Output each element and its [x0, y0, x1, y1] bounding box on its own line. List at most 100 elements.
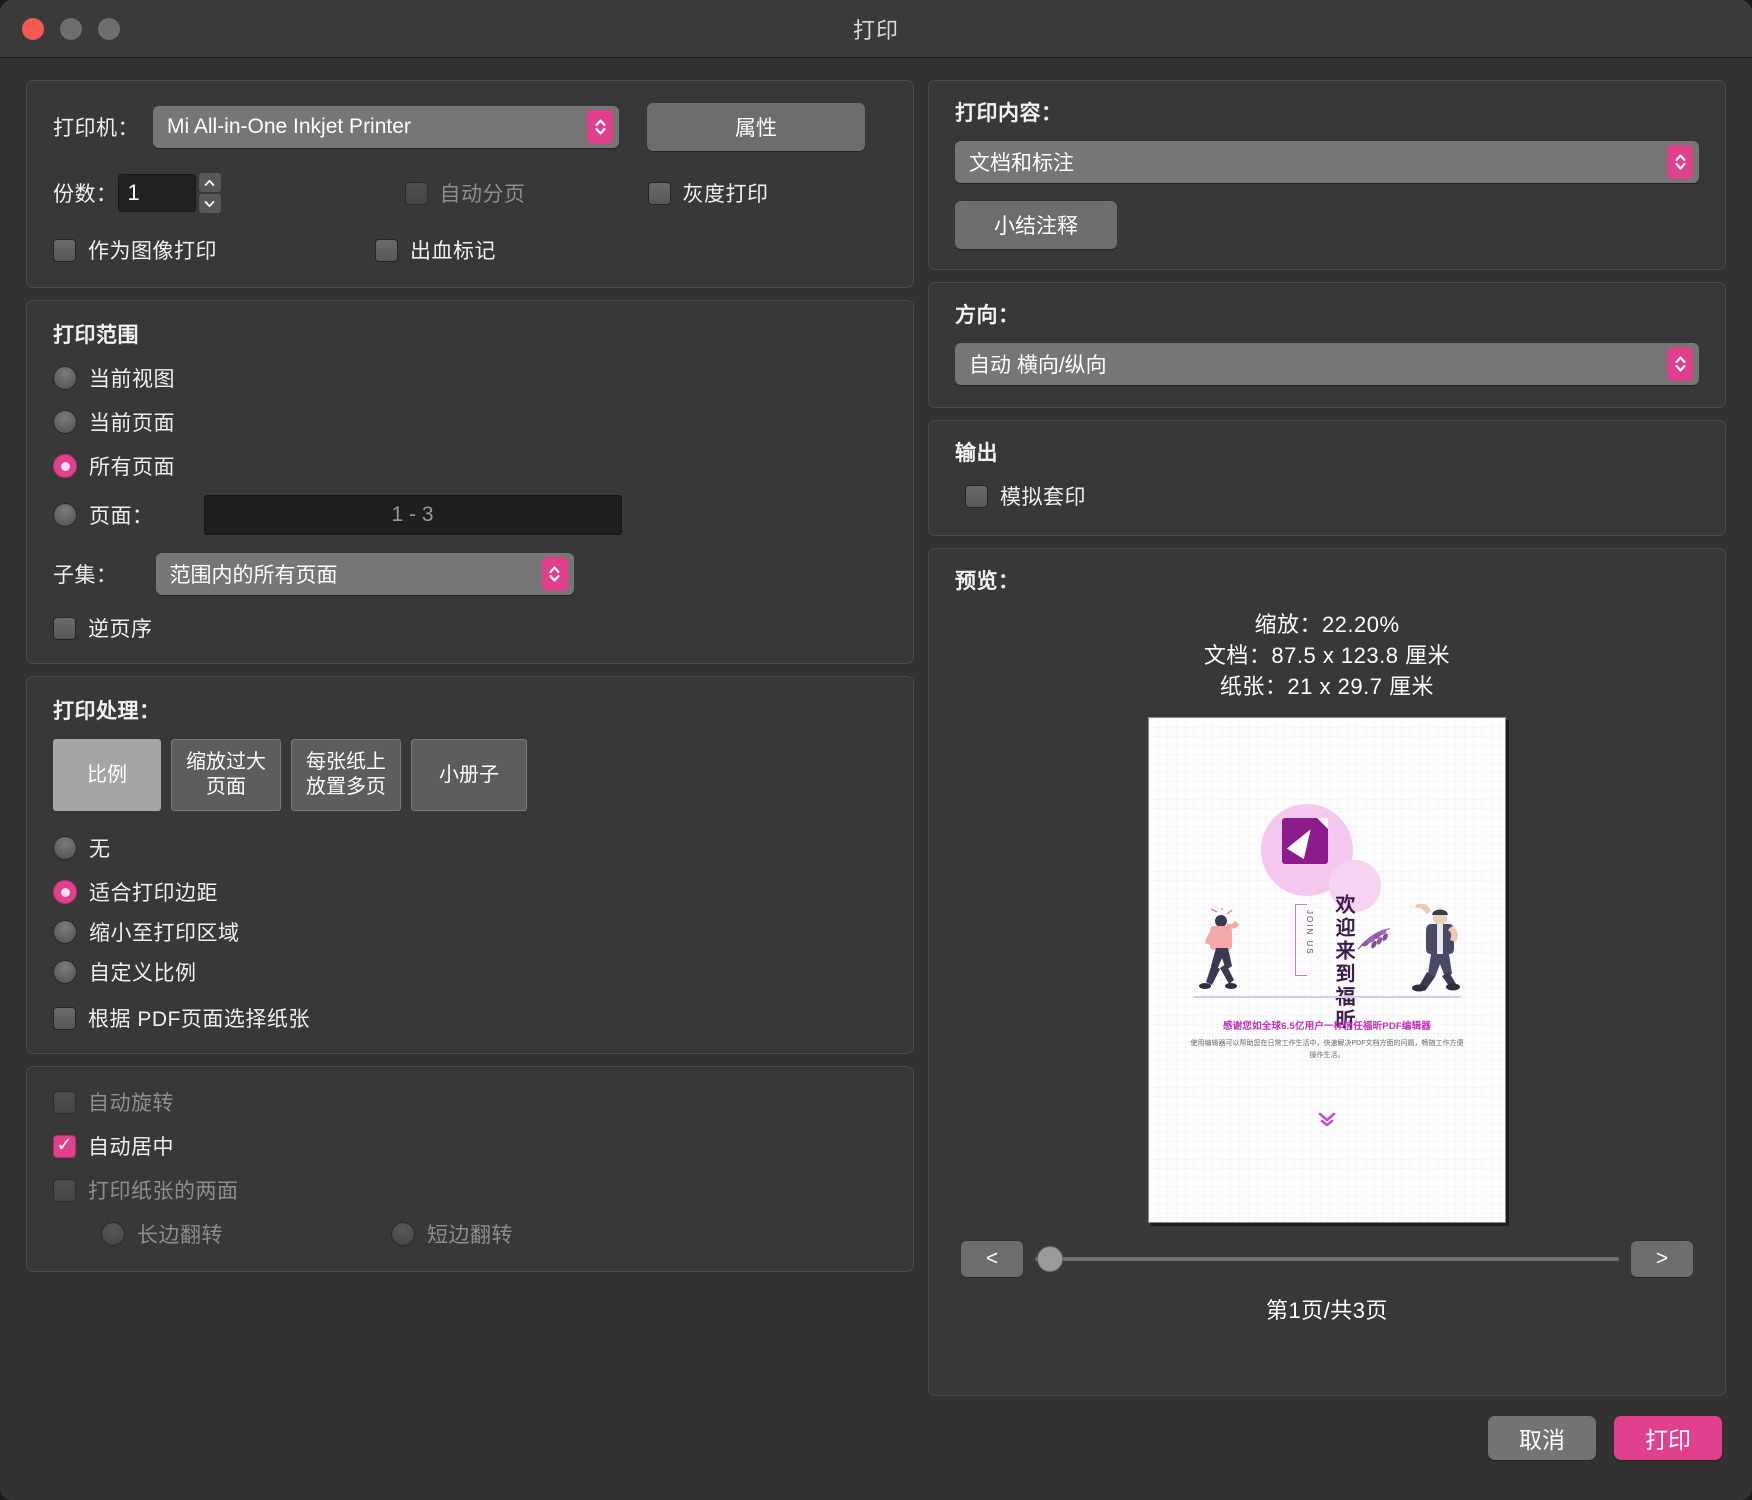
- simulate-overprint-checkbox[interactable]: [965, 485, 988, 508]
- range-label-all-pages: 所有页面: [89, 451, 175, 481]
- both-sides-row: 打印纸张的两面: [53, 1175, 887, 1205]
- range-option-current-view[interactable]: 当前视图: [53, 363, 887, 393]
- chevron-updown-icon[interactable]: [1667, 347, 1693, 381]
- previous-page-button[interactable]: <: [961, 1241, 1023, 1277]
- orientation-group: 方向： 自动 横向/纵向: [928, 282, 1726, 408]
- print-content-select[interactable]: 文档和标注: [955, 141, 1699, 183]
- radio-current-view[interactable]: [53, 366, 77, 390]
- radio-all-pages[interactable]: [53, 454, 77, 478]
- auto-collate-label: 自动分页: [440, 178, 526, 208]
- segment-booklet[interactable]: 小册子: [411, 739, 527, 811]
- page-slider-thumb[interactable]: [1037, 1246, 1063, 1272]
- reverse-order-label: 逆页序: [88, 613, 153, 643]
- orientation-select[interactable]: 自动 横向/纵向: [955, 343, 1699, 385]
- range-label-current-page: 当前页面: [89, 407, 175, 437]
- radio-scale-shrink[interactable]: [53, 920, 77, 944]
- range-label-current-view: 当前视图: [89, 363, 175, 393]
- preview-group: 预览： 缩放：22.20% 文档：87.5 x 123.8 厘米 纸张：21 x…: [928, 548, 1726, 1396]
- orientation-select-value: 自动 横向/纵向: [969, 349, 1107, 379]
- both-sides-label: 打印纸张的两面: [88, 1175, 239, 1205]
- radio-flip-short-edge: [391, 1222, 415, 1246]
- radio-pages[interactable]: [53, 503, 77, 527]
- window-title: 打印: [0, 13, 1752, 45]
- segment-multiple-per-sheet[interactable]: 每张纸上 放置多页: [291, 739, 401, 811]
- segment-multiple-line2: 放置多页: [306, 775, 386, 800]
- reverse-order-row[interactable]: 逆页序: [53, 613, 887, 643]
- scale-option-none[interactable]: 无: [53, 833, 887, 863]
- segment-scale[interactable]: 比例: [53, 739, 161, 811]
- welcome-vertical-title: 欢迎来到福昕: [1329, 894, 1358, 1032]
- next-page-button[interactable]: >: [1631, 1241, 1693, 1277]
- print-button[interactable]: 打印: [1614, 1416, 1722, 1460]
- print-dialog-window: 打印 打印机： Mi All-in-One Inkjet Printer: [0, 0, 1752, 1500]
- copies-stepper[interactable]: [199, 173, 221, 213]
- scale-label-custom: 自定义比例: [89, 957, 197, 987]
- printer-select[interactable]: Mi All-in-One Inkjet Printer: [153, 106, 619, 148]
- segment-multiple-line1: 每张纸上: [306, 750, 386, 775]
- summarize-comments-button[interactable]: 小结注释: [955, 201, 1117, 249]
- flip-short-edge-label: 短边翻转: [427, 1219, 513, 1249]
- subset-select[interactable]: 范围内的所有页面: [156, 553, 574, 595]
- auto-center-checkbox[interactable]: [53, 1135, 76, 1158]
- auto-center-row[interactable]: 自动居中: [53, 1131, 887, 1161]
- scale-option-custom[interactable]: 自定义比例: [53, 957, 887, 987]
- choose-paper-row[interactable]: 根据 PDF页面选择纸张: [53, 1003, 887, 1033]
- radio-scale-none[interactable]: [53, 836, 77, 860]
- range-option-all-pages[interactable]: 所有页面: [53, 451, 887, 481]
- preview-headline: 感谢您如全球6.5亿用户一样信任福昕PDF编辑器: [1149, 1018, 1505, 1032]
- radio-scale-custom[interactable]: [53, 960, 77, 984]
- print-handling-title: 打印处理：: [53, 695, 887, 725]
- copies-decrement-button[interactable]: [199, 194, 221, 213]
- range-label-pages: 页面：: [89, 500, 154, 530]
- bleed-marks-label: 出血标记: [410, 235, 496, 265]
- segment-booklet-label: 小册子: [439, 763, 499, 788]
- auto-center-label: 自动居中: [88, 1131, 174, 1161]
- radio-scale-fit-margins[interactable]: [53, 880, 77, 904]
- output-group: 输出 模拟套印: [928, 420, 1726, 536]
- copies-label: 份数：: [53, 178, 118, 208]
- double-chevron-down-icon: [1149, 1110, 1505, 1132]
- horizontal-divider: [1193, 996, 1461, 998]
- scale-option-shrink[interactable]: 缩小至打印区域: [53, 917, 887, 947]
- bleed-marks-checkbox[interactable]: [375, 239, 398, 262]
- page-slider[interactable]: [1035, 1247, 1619, 1271]
- both-sides-checkbox: [53, 1179, 76, 1202]
- simulate-overprint-row[interactable]: 模拟套印: [955, 481, 1699, 511]
- dialog-footer: 取消 打印: [0, 1396, 1752, 1500]
- chevron-updown-icon[interactable]: [587, 110, 613, 144]
- subset-row: 子集： 范围内的所有页面: [53, 553, 887, 595]
- segment-oversize-line2: 页面: [186, 775, 266, 800]
- subset-select-value: 范围内的所有页面: [170, 559, 338, 589]
- segment-oversize-pages[interactable]: 缩放过大 页面: [171, 739, 281, 811]
- grayscale-label: 灰度打印: [683, 178, 769, 208]
- printer-group: 打印机： Mi All-in-One Inkjet Printer 属性: [26, 80, 914, 288]
- copies-input[interactable]: 1: [118, 174, 196, 212]
- preview-navigation: < >: [955, 1241, 1699, 1277]
- scale-option-fit-margins[interactable]: 适合打印边距: [53, 877, 887, 907]
- printer-properties-button[interactable]: 属性: [647, 103, 865, 151]
- choose-paper-checkbox[interactable]: [53, 1007, 76, 1030]
- person-left-illustration: [1197, 908, 1243, 994]
- preview-page[interactable]: JOIN US 欢迎来到福昕: [1148, 717, 1506, 1223]
- cancel-button[interactable]: 取消: [1488, 1416, 1596, 1460]
- scale-label-fit-margins: 适合打印边距: [89, 877, 218, 907]
- segment-scale-label: 比例: [87, 763, 127, 788]
- print-as-image-checkbox[interactable]: [53, 239, 76, 262]
- right-column: 打印内容： 文档和标注 小结注释 方向： 自动 横向/纵向: [928, 80, 1726, 1396]
- person-right-illustration: [1407, 904, 1463, 994]
- grayscale-checkbox[interactable]: [648, 182, 671, 205]
- print-handling-group: 打印处理： 比例 缩放过大 页面 每张纸上 放置多页: [26, 676, 914, 1054]
- subset-label: 子集：: [53, 559, 118, 589]
- join-us-text: JOIN US: [1305, 910, 1314, 956]
- chevron-updown-icon[interactable]: [1667, 145, 1693, 179]
- range-option-pages[interactable]: 页面： 1 - 3: [53, 495, 887, 535]
- copies-increment-button[interactable]: [199, 173, 221, 192]
- pages-input[interactable]: 1 - 3: [204, 495, 622, 535]
- chevron-updown-icon[interactable]: [542, 557, 568, 591]
- reverse-order-checkbox[interactable]: [53, 617, 76, 640]
- range-option-current-page[interactable]: 当前页面: [53, 407, 887, 437]
- preview-paper-line: 纸张：21 x 29.7 厘米: [955, 671, 1699, 702]
- pdf-app-icon: [1282, 818, 1328, 864]
- radio-current-page[interactable]: [53, 410, 77, 434]
- print-content-group: 打印内容： 文档和标注 小结注释: [928, 80, 1726, 270]
